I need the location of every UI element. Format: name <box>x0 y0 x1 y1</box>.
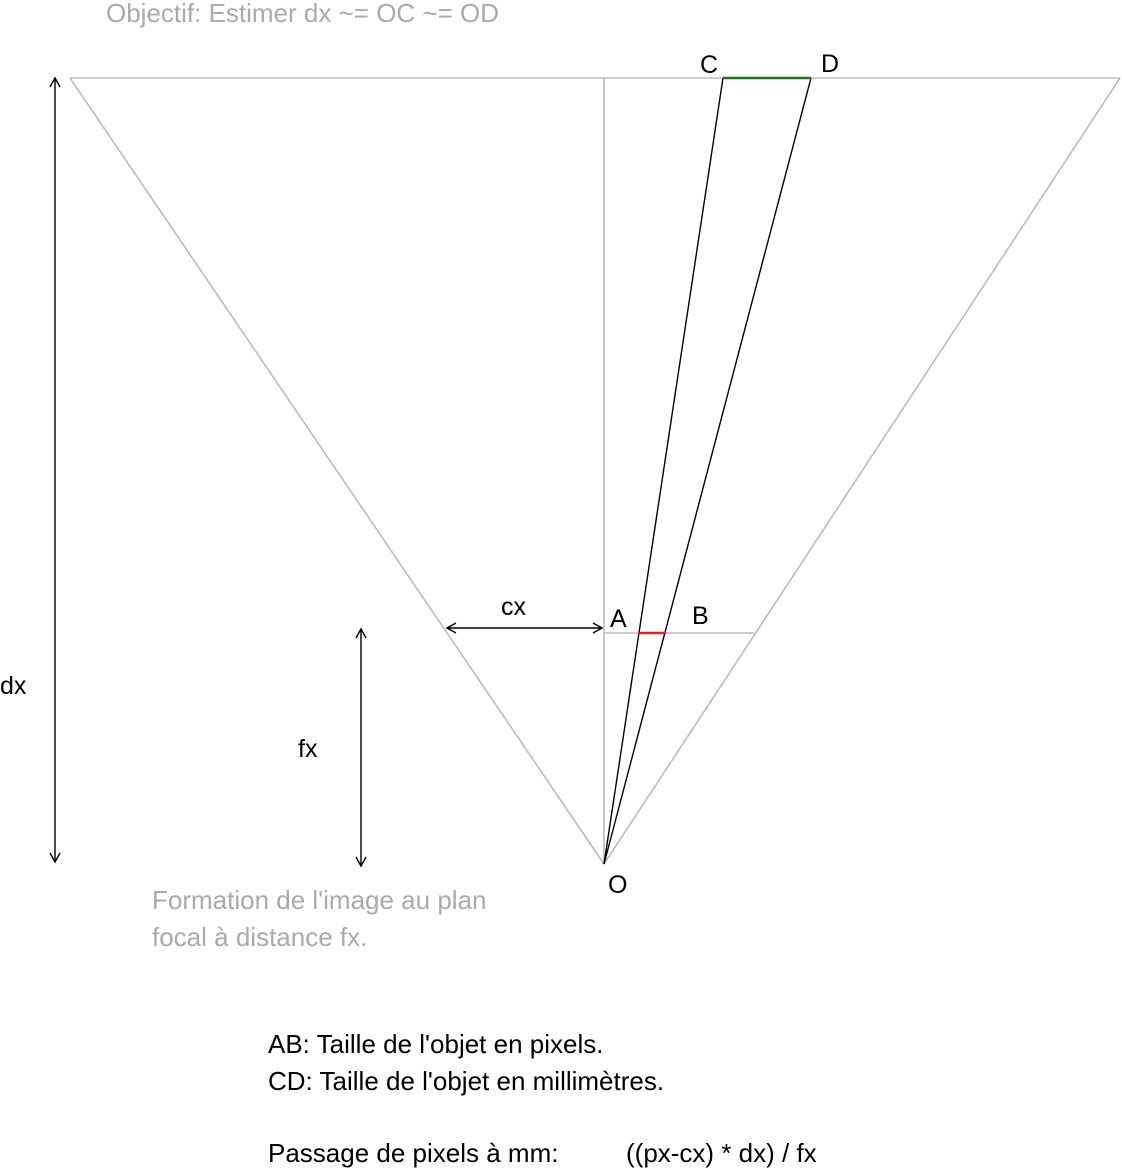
dimension-label-dx: dx <box>0 672 27 700</box>
legend-ab: AB: Taille de l'objet en pixels. <box>268 1029 603 1059</box>
point-label-o: O <box>608 871 627 899</box>
point-label-c: C <box>700 51 718 79</box>
dimension-label-cx: cx <box>501 593 527 621</box>
point-label-d: D <box>821 50 839 78</box>
pinhole-diagram: Objectif: Estimer dx ~= OC ~= OD C D A B… <box>0 0 1121 1168</box>
formula-label: Passage de pixels à mm: <box>268 1138 558 1168</box>
focal-note-line2: focal à distance fx. <box>152 922 367 952</box>
ray-oc <box>603 77 724 865</box>
dimension-label-fx: fx <box>298 735 318 763</box>
point-label-b: B <box>692 602 709 630</box>
fov-right-edge <box>603 77 1121 865</box>
point-label-a: A <box>610 605 627 633</box>
fov-left-edge <box>69 77 605 865</box>
ray-od <box>603 77 812 865</box>
legend-cd: CD: Taille de l'objet en millimètres. <box>268 1066 664 1096</box>
formula: ((px-cx) * dx) / fx <box>626 1138 817 1168</box>
focal-note-line1: Formation de l'image au plan <box>152 885 486 915</box>
objective-title: Objectif: Estimer dx ~= OC ~= OD <box>106 0 499 28</box>
